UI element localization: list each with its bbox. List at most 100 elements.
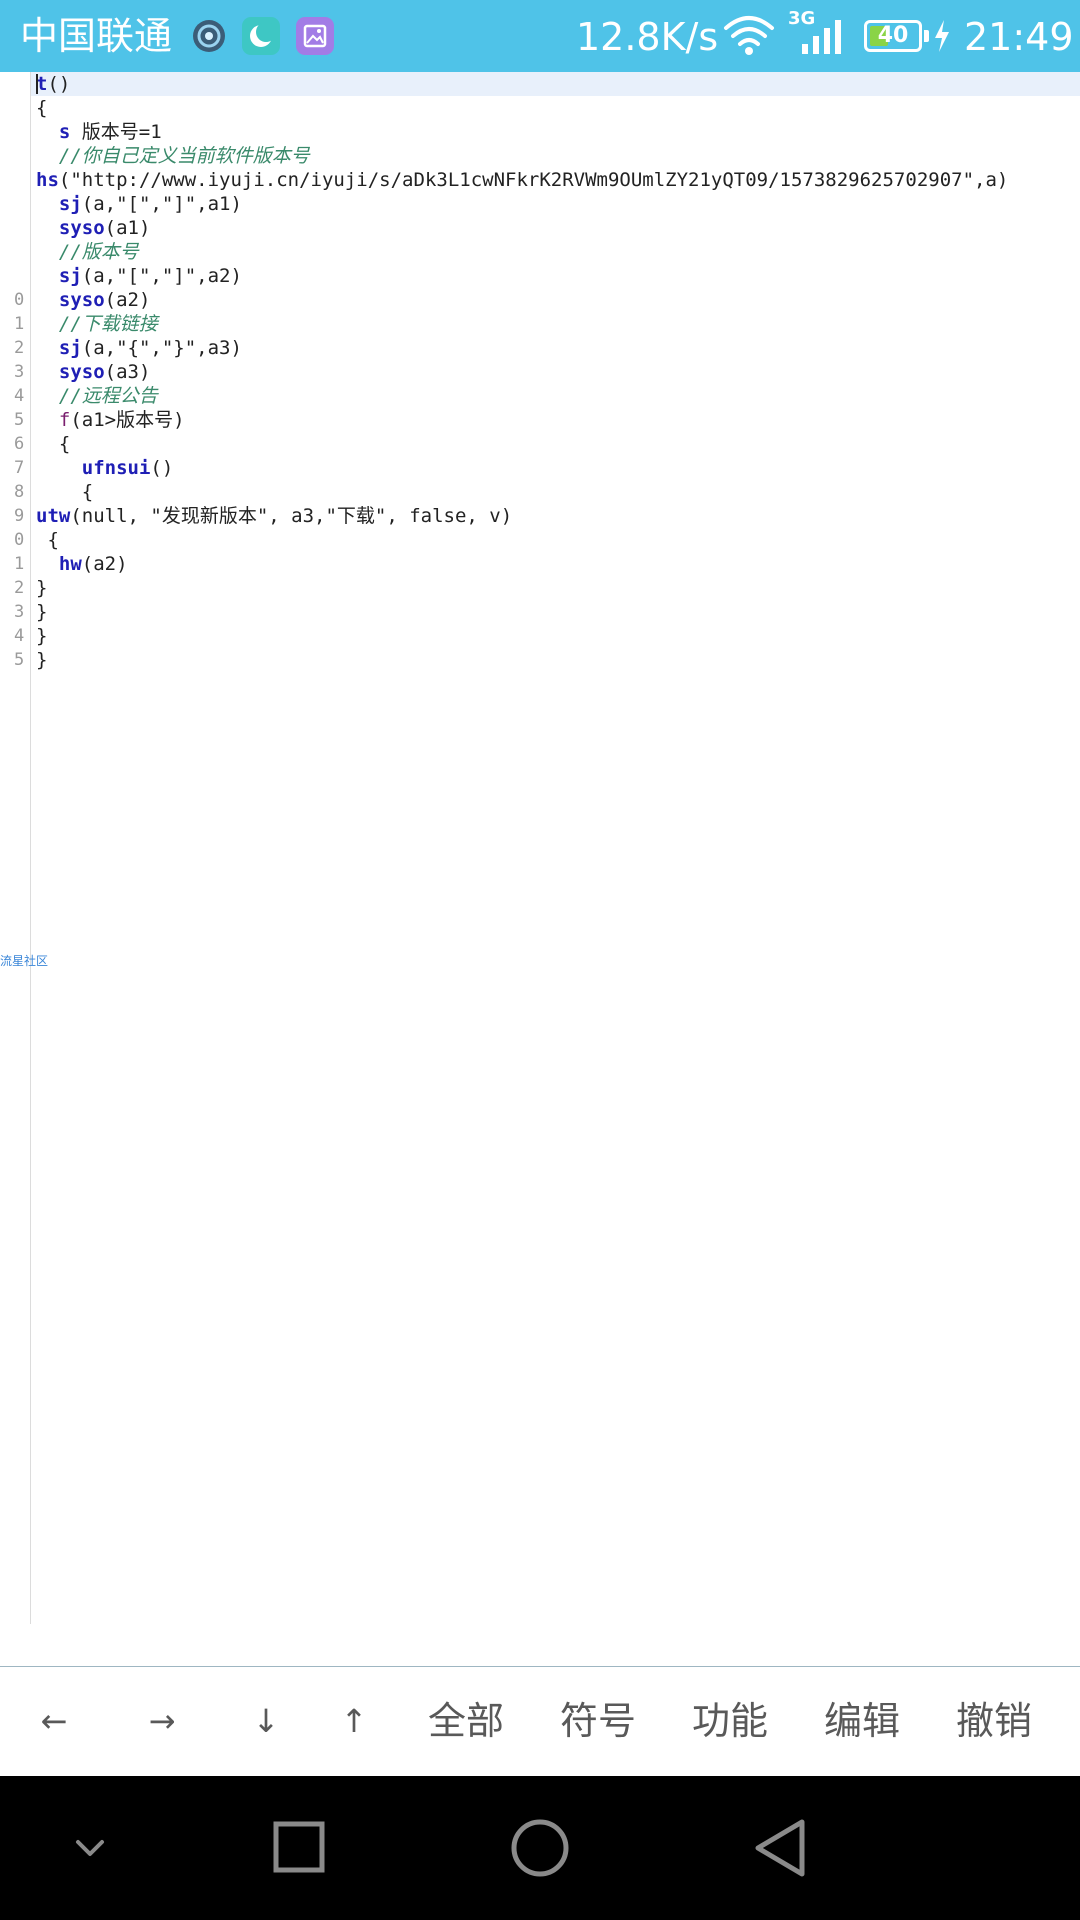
code-comment: //版本号 — [36, 241, 139, 263]
undo-button[interactable]: 撤销 — [946, 1693, 1042, 1749]
code-text: { — [36, 481, 94, 503]
line-number — [0, 264, 38, 288]
signal-strength-icon — [800, 16, 848, 60]
code-line[interactable]: { — [36, 480, 93, 504]
code-line[interactable]: { — [36, 528, 59, 552]
line-number: 3 — [14, 362, 25, 382]
code-text: } — [36, 649, 48, 671]
code-text: (a,"[","]",a1) — [81, 193, 242, 215]
code-keyword: ufnsui — [81, 457, 151, 479]
code-text: { — [36, 529, 59, 551]
code-text: (a3) — [104, 361, 151, 383]
line-number — [0, 144, 38, 168]
up-arrow-button[interactable]: ↑ — [330, 1693, 378, 1749]
status-clock: 21:49 — [964, 15, 1074, 59]
line-number — [0, 216, 38, 240]
code-line[interactable]: sj(a,"[","]",a2) — [36, 264, 242, 288]
code-keyword: sj — [58, 337, 82, 359]
code-line[interactable]: } — [36, 576, 47, 600]
symbols-button[interactable]: 符号 — [550, 1693, 646, 1749]
code-text: (a2) — [104, 289, 151, 311]
line-number — [0, 192, 38, 216]
code-line[interactable]: } — [36, 624, 47, 648]
edit-button[interactable]: 编辑 — [814, 1693, 910, 1749]
code-text: { — [36, 433, 71, 455]
current-line-highlight — [31, 72, 1080, 96]
line-number: 7 — [14, 458, 25, 478]
line-number — [0, 168, 38, 192]
right-arrow-button[interactable]: → — [138, 1693, 186, 1749]
code-line[interactable]: //你自己定义当前软件版本号 — [36, 144, 310, 168]
line-number: 6 — [14, 434, 25, 454]
code-line[interactable]: //版本号 — [36, 240, 139, 264]
code-line[interactable]: hs("http://www.iyuji.cn/iyuji/s/aDk3L1cw… — [36, 168, 1008, 192]
recents-icon[interactable] — [272, 1820, 328, 1880]
code-text: (a1) — [104, 217, 151, 239]
back-icon[interactable] — [752, 1818, 808, 1882]
code-line[interactable]: syso(a2) — [36, 288, 151, 312]
code-text: (a,"[","]",a2) — [81, 265, 242, 287]
line-number: 4 — [14, 386, 25, 406]
line-number: 0 — [14, 290, 25, 310]
code-line[interactable]: syso(a1) — [36, 216, 151, 240]
code-line[interactable]: hw(a2) — [36, 552, 128, 576]
code-line[interactable]: utw(null, "发现新版本", a3,"下载", false, v) — [36, 504, 512, 528]
code-line[interactable]: t() — [36, 72, 70, 96]
code-text: (a2) — [81, 553, 128, 575]
code-line[interactable]: sj(a,"[","]",a1) — [36, 192, 242, 216]
gallery-app-icon — [296, 17, 334, 55]
code-keyword: utw — [36, 505, 71, 527]
text-caret — [36, 74, 38, 94]
line-number: 8 — [14, 482, 25, 502]
code-keyword: syso — [58, 217, 105, 239]
line-number: 9 — [14, 506, 25, 526]
home-icon[interactable] — [510, 1818, 570, 1882]
moon-app-icon — [242, 17, 280, 55]
code-line[interactable]: f(a1>版本号) — [36, 408, 185, 432]
code-text: } — [36, 625, 48, 647]
code-keyword: hs — [36, 169, 59, 191]
code-line[interactable]: ufnsui() — [36, 456, 174, 480]
line-number — [0, 96, 38, 120]
code-text: ("http://www.iyuji.cn/iyuji/s/aDk3L1cwNF… — [58, 169, 1009, 191]
functions-button[interactable]: 功能 — [682, 1693, 778, 1749]
lens-app-icon — [190, 17, 228, 55]
code-line[interactable]: syso(a3) — [36, 360, 151, 384]
code-text: } — [36, 601, 48, 623]
down-arrow-button[interactable]: ↓ — [242, 1693, 290, 1749]
code-text: (a1>版本号) — [70, 409, 185, 431]
wifi-icon — [722, 14, 776, 60]
code-line[interactable]: } — [36, 648, 47, 672]
line-number-gutter: 0 1 2 3 4 5 6 7 8 9 0 1 2 3 4 5 — [0, 72, 31, 1624]
code-line[interactable]: { — [36, 432, 70, 456]
line-number: 2 — [14, 578, 25, 598]
editor-toolbar: ← → ↓ ↑ 全部 符号 功能 编辑 撤销 — [0, 1666, 1080, 1777]
watermark-text: 流星社区 — [0, 954, 49, 968]
hide-keyboard-icon[interactable] — [70, 1832, 110, 1866]
select-all-button[interactable]: 全部 — [418, 1693, 514, 1749]
status-bar: 中国联通 12.8K/s 3G 40 21:49 — [0, 0, 1080, 72]
left-arrow-button[interactable]: ← — [30, 1693, 78, 1749]
code-line[interactable]: } — [36, 600, 47, 624]
code-keyword: syso — [58, 289, 105, 311]
code-line[interactable]: //下载链接 — [36, 312, 158, 336]
charging-icon — [932, 18, 952, 58]
code-line[interactable]: //远程公告 — [36, 384, 158, 408]
line-number: 3 — [14, 602, 25, 622]
code-editor[interactable]: 0123456789012345 t(){ s 版本号=1 //你自己定义当前软… — [0, 72, 1080, 1624]
navigation-bar — [0, 1776, 1080, 1920]
code-text: 版本号=1 — [70, 121, 162, 143]
code-text: () — [150, 457, 174, 479]
code-line[interactable]: sj(a,"{","}",a3) — [36, 336, 242, 360]
line-number: 1 — [14, 554, 25, 574]
code-line[interactable]: s 版本号=1 — [36, 120, 162, 144]
battery-icon: 40 — [864, 20, 922, 52]
code-line[interactable]: { — [36, 96, 47, 120]
line-number: 5 — [14, 650, 25, 670]
line-number — [0, 72, 38, 96]
code-comment: //下载链接 — [36, 313, 158, 335]
